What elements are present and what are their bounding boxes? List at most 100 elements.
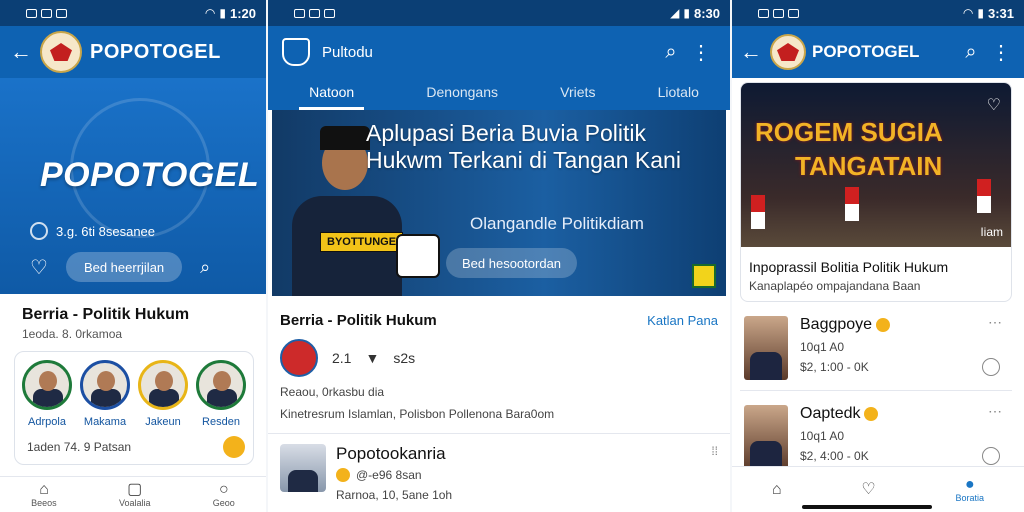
seal-icon — [396, 234, 440, 278]
see-all-link[interactable]: Katlan Pana — [647, 313, 718, 328]
hero-actions: ♡ Bed heerrjilan ⌕ — [30, 252, 210, 282]
item-thumbnail — [744, 316, 788, 380]
hero-pill-button[interactable]: Bed hesootordan — [446, 248, 578, 278]
more-horizontal-icon[interactable]: ⋯ — [988, 314, 1002, 331]
status-bar: ◢ ▮ 8:30 — [268, 0, 730, 26]
emoji-icon — [876, 318, 891, 332]
nav-videos[interactable]: ▢ Voalalia — [118, 480, 151, 508]
post-subtitle: @-e96 8san — [336, 468, 452, 482]
more-grid-icon[interactable]: ⁞⁞ — [711, 444, 718, 502]
reply-icon[interactable] — [982, 447, 1000, 465]
item-line: $2, 1:00 - 0K — [800, 360, 869, 374]
section-title: Berria - Politik Hukum — [280, 312, 437, 329]
emoji-reaction-icon[interactable] — [223, 436, 245, 458]
tab-bar: Natoon Denongans Vriets Liotalo — [268, 78, 730, 110]
section-header: Berria - Politik Hukum Katlan Pana — [268, 296, 730, 329]
notification-icons — [758, 8, 799, 18]
wifi-icon: ◠ — [962, 6, 974, 20]
section-subtitle: 1eoda. 8. 0rkamoa — [22, 327, 123, 341]
avatars-card: Adrpola Makama Jakeun Resden 1aden 74. 9… — [14, 351, 254, 465]
thumbs-down-icon[interactable]: ▼ — [365, 350, 379, 366]
avatar-label: Resden — [202, 416, 240, 428]
avatar — [80, 360, 130, 410]
notification-icon — [56, 8, 67, 18]
section-title: Berria - Politik Hukum — [22, 306, 190, 323]
card-footer: 1aden 74. 9 Patsan — [19, 428, 249, 460]
post-title: Popotookanria — [336, 444, 446, 463]
nav-home[interactable]: ⌂ — [772, 481, 782, 498]
hero-tag: BYOTTUNGE — [320, 232, 404, 252]
avatar-item[interactable]: Makama — [77, 360, 133, 428]
nav-label: Voalalia — [118, 497, 151, 508]
status-time: 3:31 — [987, 5, 1014, 21]
corner-badge-icon — [692, 264, 716, 288]
notification-icons — [26, 8, 67, 18]
nav-home[interactable]: ⌂ Beeos — [31, 481, 57, 508]
featured-headline: Inpoprassil Bolitia Politik Hukum — [749, 259, 949, 275]
nav-profile[interactable]: ● Boratia — [956, 475, 985, 503]
tab-fourth[interactable]: Liotalo — [658, 78, 699, 110]
avatar[interactable] — [280, 339, 318, 377]
section-header: Berria - Politik Hukum 1eoda. 8. 0rkamoa — [0, 294, 266, 341]
featured-corner-text: Iiam — [980, 225, 1003, 239]
share-count: s2s — [393, 350, 416, 366]
more-horizontal-icon[interactable]: ⋯ — [988, 403, 1002, 420]
phone-screen-right: ◠ ▮ 3:31 ← POPOTOGEL ⌕ ⋮ ROGEM SUGIA TAN… — [732, 0, 1024, 512]
garuda-logo-icon — [40, 31, 82, 73]
item-title-text: Oaptedk — [800, 405, 861, 422]
notification-icons — [294, 8, 335, 18]
avatar-row: Adrpola Makama Jakeun Resden — [19, 360, 249, 428]
notification-icon — [788, 8, 799, 18]
heart-icon[interactable]: ♡ — [987, 95, 1001, 115]
back-arrow-icon[interactable]: ← — [10, 39, 40, 65]
avatar — [138, 360, 188, 410]
list-item[interactable]: Popotookanria @-e96 8san Rarnoa, 10, 5an… — [268, 434, 730, 502]
home-indicator — [802, 505, 932, 509]
emoji-icon — [336, 468, 350, 482]
app-title: Pultodu — [322, 43, 373, 61]
nav-favorites[interactable]: ♡ — [861, 480, 876, 498]
hero-meta: 3.g. 6ti 8sesanee — [30, 222, 155, 240]
hero-pill-button[interactable]: Bed heerrjilan — [65, 252, 183, 282]
profile-icon: ○ — [218, 480, 229, 498]
nav-label: Beeos — [31, 497, 57, 508]
signal-icon: ◢ — [670, 6, 680, 20]
video-icon: ▢ — [127, 480, 143, 498]
nav-label: Geoo — [212, 497, 235, 508]
avatar — [196, 360, 246, 410]
more-vertical-icon[interactable]: ⋮ — [686, 40, 716, 65]
list-item[interactable]: Baggpoye 10q1 A0 $2, 1:00 - 0K ⋯ — [740, 310, 1012, 391]
avatar-item[interactable]: Resden — [193, 360, 249, 428]
search-icon[interactable]: ⌕ — [656, 41, 686, 64]
garuda-logo-icon — [770, 34, 806, 70]
post-meta: 2.1 ▼ s2s — [268, 329, 730, 377]
notification-icon — [41, 8, 52, 18]
reply-icon[interactable] — [982, 358, 1000, 376]
tab-third[interactable]: Vriets — [560, 78, 595, 110]
battery-icon: ▮ — [219, 6, 226, 20]
avatar-item[interactable]: Adrpola — [19, 360, 75, 428]
app-bar: ← POPOTOGEL — [0, 26, 266, 78]
back-arrow-icon[interactable]: ← — [740, 39, 770, 65]
tab-nation[interactable]: Natoon — [299, 78, 365, 110]
battery-icon: ▮ — [683, 6, 690, 20]
nav-profile[interactable]: ○ Geoo — [212, 480, 235, 508]
hero-banner[interactable]: BYOTTUNGE Aplupasi Beria Buvia Politik H… — [272, 110, 726, 296]
system-icons: ◢ ▮ 8:30 — [670, 6, 720, 21]
heart-icon[interactable]: ♡ — [30, 255, 48, 280]
heart-icon: ♡ — [861, 480, 876, 498]
item-title: Baggpoye — [800, 316, 891, 334]
search-icon[interactable]: ⌕ — [200, 257, 210, 278]
featured-card[interactable]: ROGEM SUGIA TANGATAIN ♡ Iiam Inpoprassil… — [740, 82, 1012, 302]
post-caption: Paganaan laskolitanejkabatimilkaspdenkdi… — [268, 502, 730, 512]
item-thumbnail — [744, 405, 788, 469]
avatar-item[interactable]: Jakeun — [135, 360, 191, 428]
card-footer-text: 1aden 74. 9 Patsan — [27, 440, 132, 454]
tab-second[interactable]: Denongans — [426, 78, 498, 110]
more-vertical-icon[interactable]: ⋮ — [986, 40, 1016, 65]
featured-line-2: TANGATAIN — [795, 151, 943, 181]
featured-image-text: ROGEM SUGIA TANGATAIN — [755, 115, 975, 183]
search-icon[interactable]: ⌕ — [956, 41, 986, 64]
profile-icon: ● — [964, 475, 975, 493]
app-title: POPOTOGEL — [90, 40, 221, 63]
